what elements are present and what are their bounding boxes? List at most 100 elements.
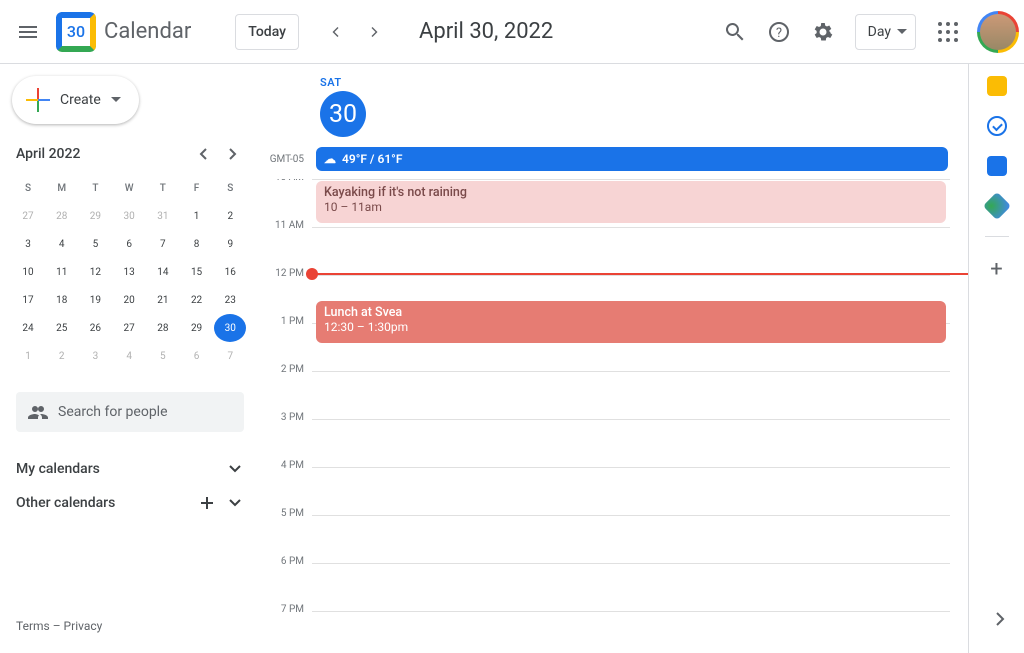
keep-icon[interactable] xyxy=(987,76,1007,96)
mini-cal-dow: S xyxy=(12,174,44,202)
logo-area[interactable]: 30 Calendar xyxy=(56,12,191,52)
mini-cal-day[interactable]: 4 xyxy=(46,230,78,258)
hour-label: 10 AM xyxy=(256,179,312,220)
mini-cal-day[interactable]: 18 xyxy=(46,286,78,314)
settings-button[interactable] xyxy=(803,12,843,52)
account-avatar[interactable] xyxy=(980,14,1016,50)
mini-cal-day[interactable]: 4 xyxy=(113,342,145,370)
mini-cal-day[interactable]: 26 xyxy=(79,314,111,342)
addons-plus-button[interactable]: + xyxy=(990,257,1002,282)
mini-cal-day[interactable]: 8 xyxy=(181,230,213,258)
mini-cal-day[interactable]: 9 xyxy=(214,230,246,258)
create-button[interactable]: Create xyxy=(12,76,139,124)
mini-cal-day[interactable]: 10 xyxy=(12,258,44,286)
mini-cal-day[interactable]: 2 xyxy=(46,342,78,370)
contacts-icon[interactable] xyxy=(987,156,1007,176)
day-view: SAT 30 GMT-05 ☁ 49°F / 61°F Kayaking if … xyxy=(256,64,968,653)
chevron-down-icon xyxy=(226,494,244,512)
search-button[interactable] xyxy=(715,12,755,52)
mini-cal-day[interactable]: 3 xyxy=(12,230,44,258)
prev-day-button[interactable] xyxy=(315,12,355,52)
hour-label: 2 PM xyxy=(256,364,312,412)
mini-cal-day[interactable]: 1 xyxy=(181,202,213,230)
svg-text:?: ? xyxy=(776,26,782,41)
mini-cal-next[interactable] xyxy=(220,142,244,166)
mini-cal-day[interactable]: 22 xyxy=(181,286,213,314)
day-number[interactable]: 30 xyxy=(320,91,366,137)
allday-weather-event[interactable]: ☁ 49°F / 61°F xyxy=(316,147,948,171)
mini-cal-day[interactable]: 16 xyxy=(214,258,246,286)
view-selector[interactable]: Day xyxy=(855,14,916,50)
date-nav xyxy=(315,12,395,52)
next-day-button[interactable] xyxy=(355,12,395,52)
mini-cal-day[interactable]: 24 xyxy=(12,314,44,342)
mini-cal-day[interactable]: 31 xyxy=(147,202,179,230)
mini-cal-day[interactable]: 21 xyxy=(147,286,179,314)
hour-label: 5 PM xyxy=(256,508,312,556)
mini-cal-day[interactable]: 13 xyxy=(113,258,145,286)
day-of-week: SAT xyxy=(320,76,968,89)
event-time: 12:30 – 1:30pm xyxy=(324,320,938,334)
hour-label: 1 PM xyxy=(256,316,312,364)
hour-label: 4 PM xyxy=(256,460,312,508)
mini-cal-day[interactable]: 23 xyxy=(214,286,246,314)
mini-cal-day[interactable]: 15 xyxy=(181,258,213,286)
mini-cal-day[interactable]: 2 xyxy=(214,202,246,230)
show-sidepanel-button[interactable] xyxy=(980,599,1020,639)
mini-cal-day[interactable]: 27 xyxy=(113,314,145,342)
today-button[interactable]: Today xyxy=(235,14,299,50)
mini-cal-day[interactable]: 6 xyxy=(181,342,213,370)
search-icon xyxy=(724,21,746,43)
time-grid[interactable]: Kayaking if it's not raining 10 – 11am L… xyxy=(256,179,968,619)
mini-cal-day[interactable]: 5 xyxy=(79,230,111,258)
hour-line xyxy=(312,515,950,563)
mini-cal-day[interactable]: 6 xyxy=(113,230,145,258)
current-time-indicator xyxy=(312,273,968,275)
mini-cal-day[interactable]: 29 xyxy=(79,202,111,230)
mini-cal-day[interactable]: 17 xyxy=(12,286,44,314)
mini-cal-day[interactable]: 7 xyxy=(147,230,179,258)
plus-icon[interactable] xyxy=(198,494,216,512)
hour-label: 7 PM xyxy=(256,604,312,619)
google-apps-button[interactable] xyxy=(928,12,968,52)
mini-cal-dow: T xyxy=(147,174,179,202)
search-people-input[interactable]: Search for people xyxy=(16,392,244,432)
main-menu-button[interactable] xyxy=(8,12,48,52)
mini-cal-day[interactable]: 29 xyxy=(181,314,213,342)
mini-cal-day[interactable]: 7 xyxy=(214,342,246,370)
mini-cal-day[interactable]: 20 xyxy=(113,286,145,314)
mini-cal-day[interactable]: 28 xyxy=(147,314,179,342)
hour-line xyxy=(312,371,950,419)
current-date-title: April 30, 2022 xyxy=(419,19,553,44)
mini-cal-day[interactable]: 28 xyxy=(46,202,78,230)
create-label: Create xyxy=(60,92,101,108)
calendar-event[interactable]: Lunch at Svea 12:30 – 1:30pm xyxy=(316,301,946,343)
sidebar: Create April 2022 SMTWTFS272829303112345… xyxy=(0,64,256,653)
mini-cal-day[interactable]: 27 xyxy=(12,202,44,230)
timezone-label: GMT-05 xyxy=(256,154,312,165)
people-icon xyxy=(28,402,48,422)
mini-cal-day[interactable]: 14 xyxy=(147,258,179,286)
footer-links[interactable]: Terms – Privacy xyxy=(12,611,248,641)
help-button[interactable]: ? xyxy=(759,12,799,52)
maps-icon[interactable] xyxy=(982,192,1010,220)
event-title: Lunch at Svea xyxy=(324,305,938,320)
mini-cal-day[interactable]: 25 xyxy=(46,314,78,342)
mini-cal-day[interactable]: 5 xyxy=(147,342,179,370)
other-calendars-section[interactable]: Other calendars xyxy=(12,486,248,520)
tasks-icon[interactable] xyxy=(987,116,1007,136)
mini-cal-day[interactable]: 19 xyxy=(79,286,111,314)
mini-cal-day[interactable]: 12 xyxy=(79,258,111,286)
mini-cal-day[interactable]: 3 xyxy=(79,342,111,370)
mini-cal-day[interactable]: 11 xyxy=(46,258,78,286)
calendar-event[interactable]: Kayaking if it's not raining 10 – 11am xyxy=(316,181,946,223)
mini-cal-day[interactable]: 30 xyxy=(113,202,145,230)
mini-cal-dow: W xyxy=(113,174,145,202)
help-icon: ? xyxy=(768,21,790,43)
mini-cal-prev[interactable] xyxy=(192,142,216,166)
mini-cal-day[interactable]: 30 xyxy=(214,314,246,342)
my-calendars-section[interactable]: My calendars xyxy=(12,452,248,486)
mini-cal-dow: T xyxy=(79,174,111,202)
my-calendars-label: My calendars xyxy=(16,461,100,477)
mini-cal-day[interactable]: 1 xyxy=(12,342,44,370)
